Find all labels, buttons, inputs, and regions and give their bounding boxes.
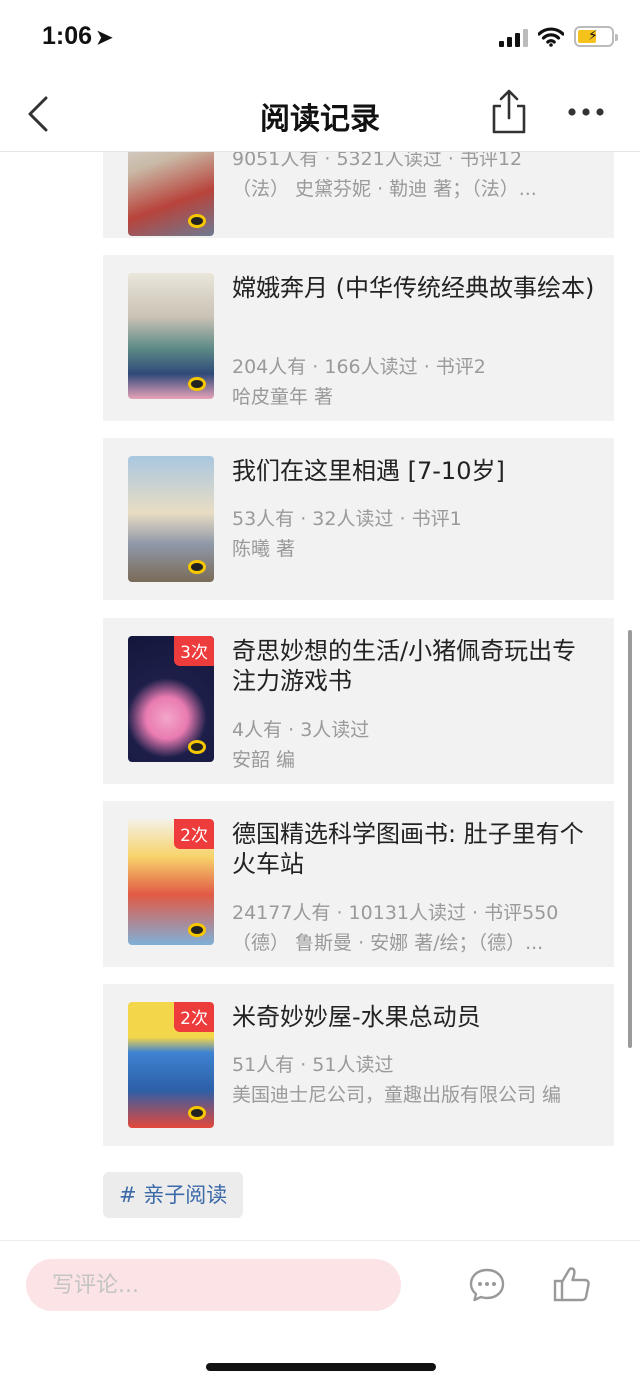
- battery-icon: ⚡: [574, 26, 618, 47]
- book-cover: 3次: [128, 636, 214, 762]
- status-time: 1:06 ➤: [42, 22, 113, 51]
- read-count-badge: 3次: [174, 636, 214, 666]
- cellular-signal-icon: [499, 27, 528, 47]
- topic-tag[interactable]: # 亲子阅读: [103, 1172, 244, 1218]
- book-author: （德） 鲁斯曼 · 安娜 著/绘；（德）...: [232, 932, 544, 954]
- book-cover: 2次: [128, 819, 214, 945]
- more-icon[interactable]: [566, 102, 606, 122]
- status-icons: ⚡: [499, 26, 618, 47]
- bottom-bar: [0, 1240, 640, 1385]
- wifi-icon: [538, 26, 564, 47]
- book-stats: 4人有 · 3人读过: [232, 719, 370, 741]
- book-title: 米奇妙妙屋-水果总动员: [232, 1003, 481, 1031]
- scrollbar[interactable]: [628, 630, 632, 1048]
- page-title: 阅读记录: [260, 102, 380, 137]
- home-indicator: [206, 1363, 436, 1371]
- read-ring-icon: [188, 1106, 206, 1120]
- book-cover: [128, 273, 214, 399]
- book-cover: [128, 152, 214, 236]
- read-count-badge: 2次: [174, 819, 214, 849]
- book-author: 安韶 编: [232, 749, 296, 771]
- status-bar: 1:06 ➤ ⚡: [0, 0, 640, 78]
- book-author: （法） 史黛芬妮 · 勒迪 著；（法）...: [232, 178, 537, 200]
- comment-icon[interactable]: [468, 1267, 506, 1303]
- book-author: 哈皮童年 著: [232, 386, 334, 408]
- book-cover: 2次: [128, 1002, 214, 1128]
- read-ring-icon: [188, 377, 206, 391]
- book-stats: 9051人有 · 5321人读过 · 书评12: [232, 152, 523, 170]
- book-title: 德国精选科学图画书: 肚子里有个火车站: [232, 820, 584, 878]
- book-author: 陈曦 著: [232, 538, 296, 560]
- thumbs-up-icon[interactable]: [552, 1265, 592, 1303]
- comment-input[interactable]: [26, 1259, 401, 1311]
- book-title: 嫦娥奔月 (中华传统经典故事绘本): [232, 274, 595, 302]
- book-card[interactable]: 2次 德国精选科学图画书: 肚子里有个火车站 24177人有 · 10131人读…: [103, 801, 614, 967]
- nav-bar: 阅读记录: [0, 78, 640, 152]
- book-card[interactable]: 3次 奇思妙想的生活/小猪佩奇玩出专注力游戏书 4人有 · 3人读过 安韶 编: [103, 618, 614, 784]
- book-author: 美国迪士尼公司，童趣出版有限公司 编: [232, 1084, 562, 1106]
- book-card[interactable]: 9051人有 · 5321人读过 · 书评12 （法） 史黛芬妮 · 勒迪 著；…: [103, 152, 614, 238]
- read-ring-icon: [188, 214, 206, 228]
- book-stats: 51人有 · 51人读过: [232, 1054, 394, 1076]
- book-cover: [128, 456, 214, 582]
- book-card[interactable]: 2次 米奇妙妙屋-水果总动员 51人有 · 51人读过 美国迪士尼公司，童趣出版…: [103, 984, 614, 1146]
- share-icon[interactable]: [488, 88, 530, 136]
- reading-record-list: 9051人有 · 5321人读过 · 书评12 （法） 史黛芬妮 · 勒迪 著；…: [0, 152, 640, 1240]
- read-ring-icon: [188, 560, 206, 574]
- book-card[interactable]: 嫦娥奔月 (中华传统经典故事绘本) 204人有 · 166人读过 · 书评2 哈…: [103, 255, 614, 421]
- read-ring-icon: [188, 923, 206, 937]
- book-stats: 53人有 · 32人读过 · 书评1: [232, 508, 462, 530]
- status-time-text: 1:06: [42, 22, 93, 50]
- read-count-badge: 2次: [174, 1002, 214, 1032]
- book-stats: 24177人有 · 10131人读过 · 书评550: [232, 902, 559, 924]
- location-arrow-icon: ➤: [96, 27, 113, 49]
- book-title: 奇思妙想的生活/小猪佩奇玩出专注力游戏书: [232, 637, 577, 695]
- book-card[interactable]: 我们在这里相遇 [7-10岁] 53人有 · 32人读过 · 书评1 陈曦 著: [103, 438, 614, 600]
- book-title: 我们在这里相遇 [7-10岁]: [232, 457, 505, 485]
- read-ring-icon: [188, 740, 206, 754]
- book-stats: 204人有 · 166人读过 · 书评2: [232, 356, 486, 378]
